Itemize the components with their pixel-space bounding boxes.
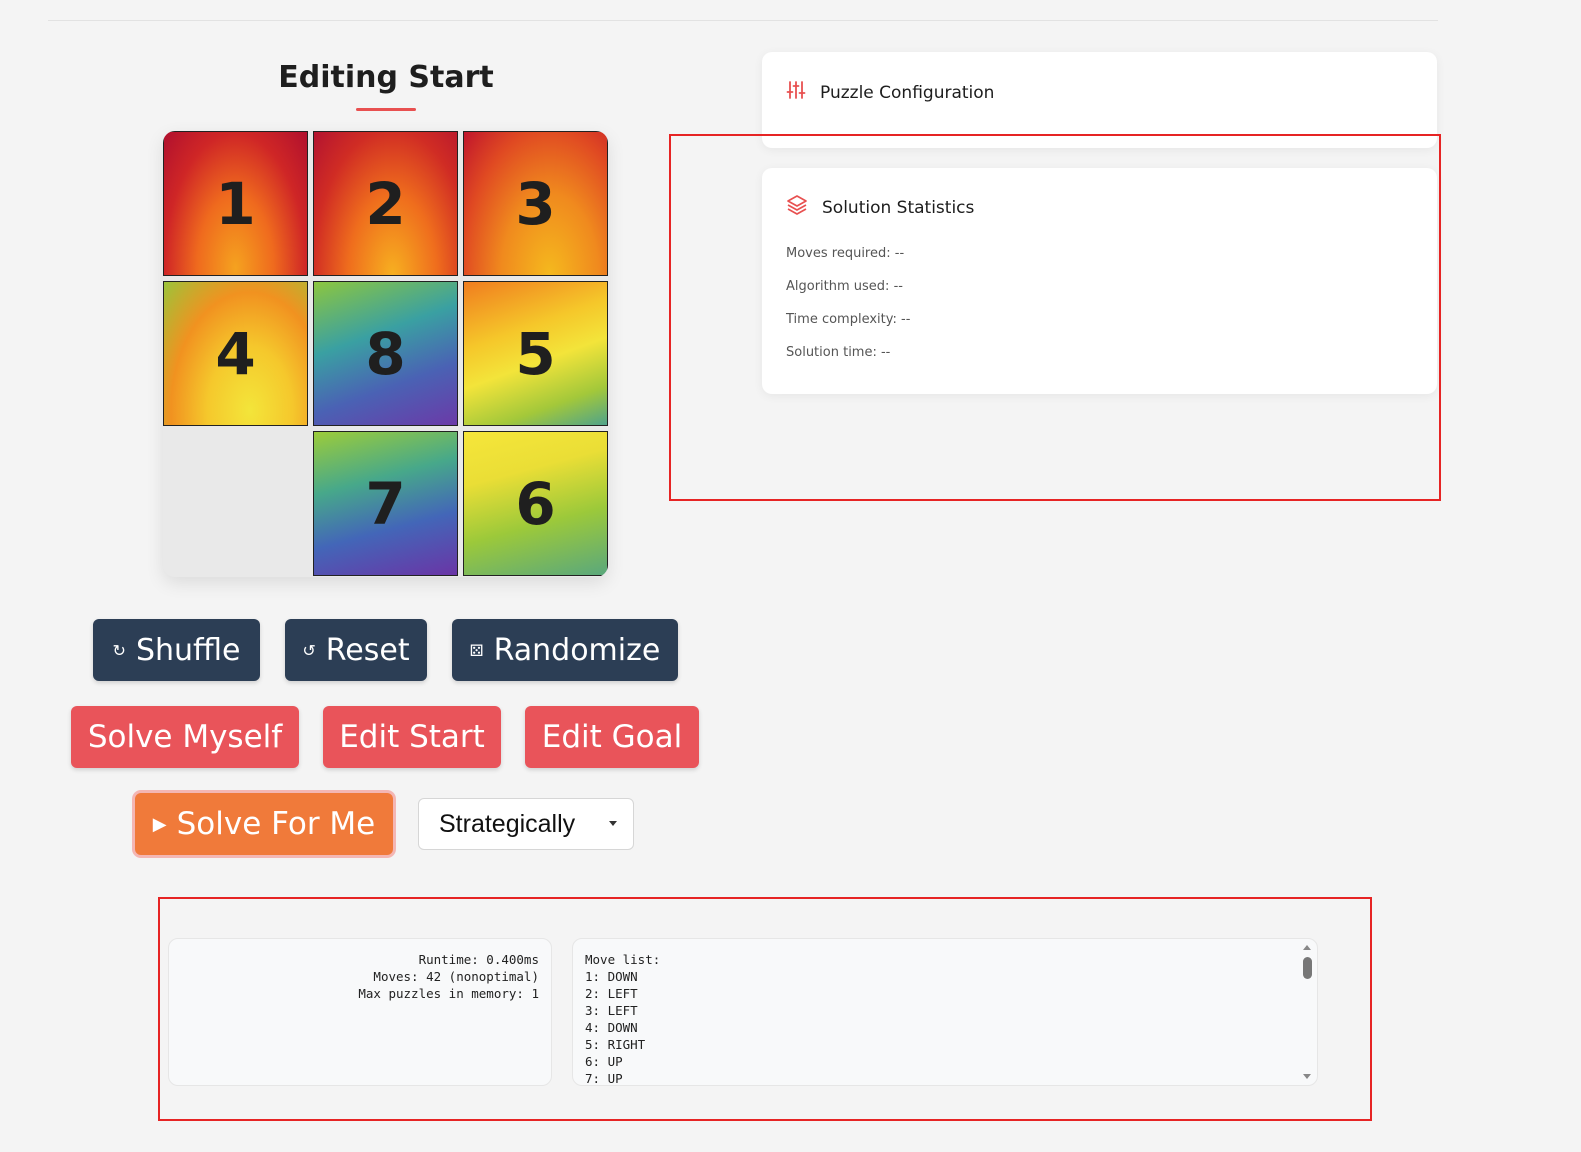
reset-label: Reset (325, 632, 410, 668)
puzzle-tile[interactable]: 1 (163, 131, 308, 276)
puzzle-tile[interactable]: 3 (463, 131, 608, 276)
list-item: 1: DOWN (585, 969, 638, 984)
strategy-select-value: Strategically (439, 809, 576, 838)
puzzle-tile[interactable]: 4 (163, 281, 308, 426)
list-item: 6: UP (585, 1054, 623, 1069)
page-title: Editing Start (278, 60, 494, 95)
solve-myself-button[interactable]: Solve Myself (71, 706, 299, 768)
puzzle-tile[interactable]: 8 (313, 281, 458, 426)
move-list-header: Move list: (585, 952, 661, 967)
rotate-cw-icon: ↻ (112, 640, 126, 660)
puzzle-tile[interactable]: 2 (313, 131, 458, 276)
reset-button[interactable]: ↺ Reset (285, 619, 427, 681)
edit-start-button[interactable]: Edit Start (323, 706, 501, 768)
strategy-select[interactable]: Strategically (418, 798, 634, 850)
highlight-box (669, 134, 1441, 501)
list-item: 3: LEFT (585, 1003, 638, 1018)
scroll-up-icon[interactable] (1303, 945, 1311, 950)
moves-text: Moves: 42 (nonoptimal) (373, 969, 539, 984)
shuffle-label: Shuffle (135, 632, 241, 668)
move-list-panel[interactable]: Move list: 1: DOWN 2: LEFT 3: LEFT 4: DO… (572, 938, 1318, 1086)
sliders-icon (786, 80, 806, 105)
list-item: 7: UP (585, 1071, 623, 1086)
rotate-ccw-icon: ↺ (302, 640, 316, 660)
list-item: 4: DOWN (585, 1020, 638, 1035)
scrollbar-thumb[interactable] (1303, 957, 1312, 979)
puzzle-tile[interactable]: 6 (463, 431, 608, 576)
dice-icon: ⚄ (469, 640, 484, 660)
list-item: 5: RIGHT (585, 1037, 646, 1052)
list-item: 2: LEFT (585, 986, 638, 1001)
randomize-label: Randomize (493, 632, 661, 668)
solve-for-me-button[interactable]: ▶ Solve For Me (135, 793, 393, 855)
edit-goal-button[interactable]: Edit Goal (525, 706, 699, 768)
shuffle-button[interactable]: ↻ Shuffle (93, 619, 260, 681)
chevron-down-icon (609, 821, 617, 826)
puzzle-board: 1 2 3 4 8 5 7 6 (163, 131, 608, 577)
empty-slot[interactable] (163, 431, 308, 576)
title-underline (356, 108, 416, 111)
top-divider (48, 20, 1438, 21)
max-puzzles-text: Max puzzles in memory: 1 (358, 986, 539, 1001)
puzzle-tile[interactable]: 5 (463, 281, 608, 426)
runtime-text: Runtime: 0.400ms (418, 952, 539, 967)
card-title: Puzzle Configuration (820, 82, 995, 103)
scroll-down-icon[interactable] (1303, 1074, 1311, 1079)
puzzle-tile[interactable]: 7 (313, 431, 458, 576)
randomize-button[interactable]: ⚄ Randomize (452, 619, 678, 681)
solve-for-me-label: Solve For Me (176, 806, 376, 842)
solver-summary-panel: Runtime: 0.400ms Moves: 42 (nonoptimal) … (168, 938, 552, 1086)
play-icon: ▶ (152, 813, 167, 835)
